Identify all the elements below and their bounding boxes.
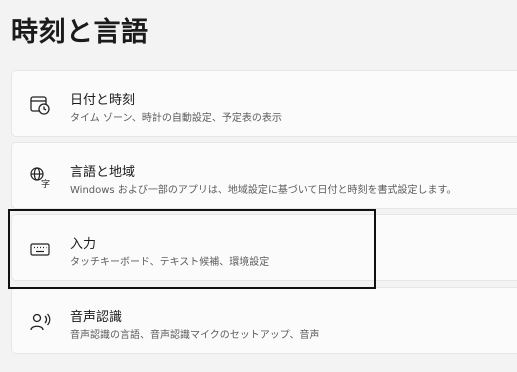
language-icon: 字 xyxy=(29,166,51,188)
clock-calendar-icon xyxy=(29,94,51,116)
settings-item-date-time[interactable]: 日付と時刻 タイム ゾーン、時計の自動設定、予定表の表示 xyxy=(11,70,517,137)
speech-icon xyxy=(29,311,51,333)
settings-item-description: タイム ゾーン、時計の自動設定、予定表の表示 xyxy=(70,113,282,124)
settings-item-description: 音声認識の言語、音声認識マイクのセットアップ、音声 xyxy=(70,330,320,341)
settings-item-description: Windows および一部のアプリは、地域設定に基づいて日付と時刻を書式設定しま… xyxy=(70,185,457,196)
page-title: 時刻と言語 xyxy=(11,17,149,48)
settings-item-title: 言語と地域 xyxy=(70,165,136,180)
settings-item-title: 音声認識 xyxy=(70,310,123,325)
settings-item-title: 日付と時刻 xyxy=(70,93,136,108)
settings-item-description: タッチキーボード、テキスト候補、環境設定 xyxy=(70,257,270,268)
keyboard-icon xyxy=(29,238,51,260)
settings-item-title: 入力 xyxy=(70,237,97,252)
settings-item-language-region[interactable]: 字 言語と地域 Windows および一部のアプリは、地域設定に基づいて日付と時… xyxy=(11,142,517,209)
settings-item-typing[interactable]: 入力 タッチキーボード、テキスト候補、環境設定 xyxy=(11,214,517,281)
svg-text:字: 字 xyxy=(41,178,50,188)
settings-item-speech[interactable]: 音声認識 音声認識の言語、音声認識マイクのセットアップ、音声 xyxy=(11,287,517,354)
